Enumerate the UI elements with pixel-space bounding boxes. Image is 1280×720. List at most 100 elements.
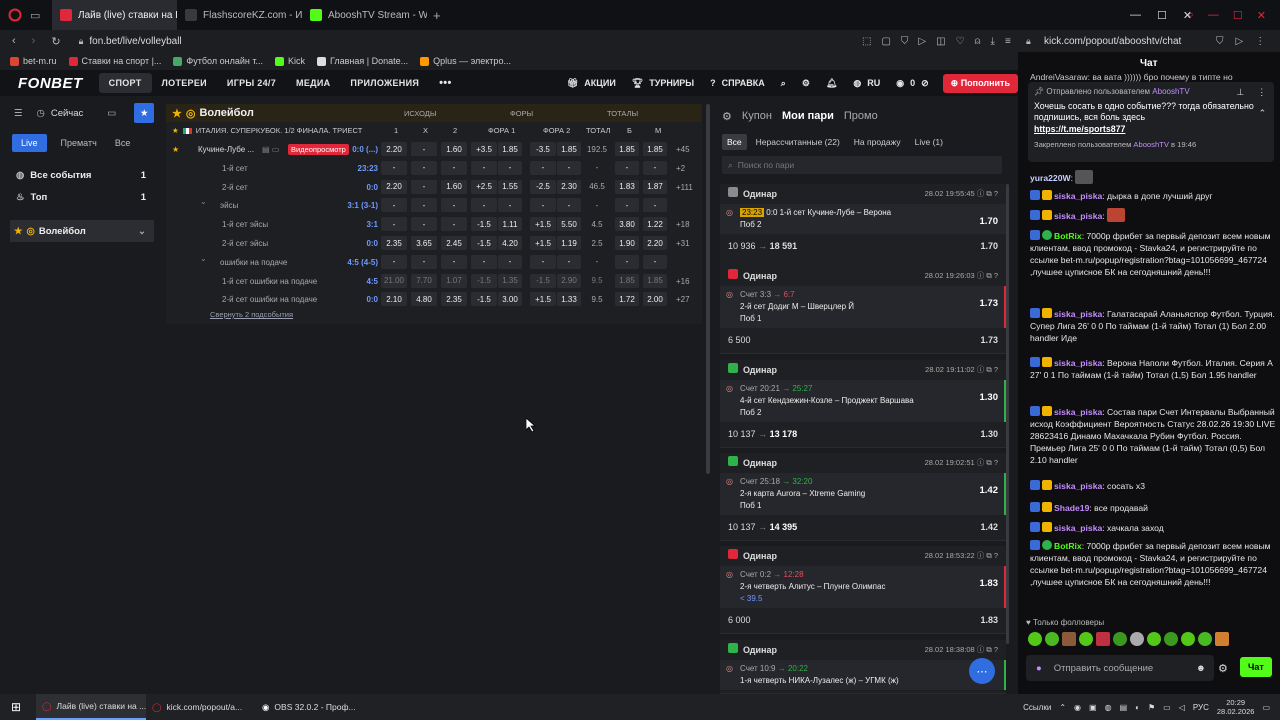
fonbet-logo[interactable]: FONBET <box>0 75 99 92</box>
tab-coupon[interactable]: Купон <box>742 110 772 122</box>
bookmark-item[interactable]: Ставки на спорт |... <box>68 56 161 66</box>
event-row[interactable]: 1-й сет эйсы 3:1- - - -1.5 1.11 +1.5 5.50 4.5 3.8… <box>166 215 702 234</box>
odds-cell[interactable]: 4.20 <box>498 236 522 250</box>
odds-cell[interactable]: 1.19 <box>557 236 581 250</box>
odds-cell[interactable]: 2.00 <box>643 292 667 307</box>
tab-live[interactable]: Live <box>12 134 47 152</box>
odds-cell[interactable]: -1.5 <box>471 292 497 307</box>
copy-icon[interactable]: ⧉ <box>986 645 991 654</box>
more-markets-link[interactable]: +16 <box>676 277 690 286</box>
bookmark-item[interactable]: Главная | Donate... <box>316 56 408 66</box>
forward-icon[interactable]: › <box>24 35 44 47</box>
odds-cell[interactable]: 2.45 <box>441 236 467 250</box>
odds-cell[interactable]: 2.10 <box>381 292 407 307</box>
odds-cell[interactable]: 1.85 <box>615 142 639 156</box>
odds-cell[interactable]: - <box>411 142 437 156</box>
odds-cell[interactable]: - <box>557 160 581 175</box>
bookmark-item[interactable]: Футбол онлайн т... <box>173 56 263 66</box>
close-window-icon-2[interactable]: ✕ <box>1183 9 1192 22</box>
odds-cell[interactable]: - <box>411 160 437 175</box>
tray-icon[interactable]: ◍ <box>1105 703 1112 712</box>
tab-all[interactable]: Все <box>111 134 135 152</box>
browser-tab-kick[interactable]: AbooshTV Stream - Watch <box>302 0 427 30</box>
odds-cell[interactable]: - <box>411 198 437 213</box>
nav-sport[interactable]: СПОРТ <box>98 73 152 93</box>
tab-promo[interactable]: Промо <box>844 110 878 122</box>
odds-cell[interactable]: 21.00 <box>381 273 407 288</box>
pinned-link[interactable]: https://t.me/sports877 <box>1034 124 1268 136</box>
chat-message[interactable]: siska_piska: Галатасарай Аланьяспор Футб… <box>1030 308 1276 344</box>
odds-cell[interactable]: - <box>441 198 467 213</box>
odds-cell[interactable]: 2.35 <box>381 236 407 250</box>
event-row[interactable]: ⌄ ошибки на подаче 4:5 (4-5) - - - - - - - - - - <box>166 253 702 272</box>
emoji-icon[interactable]: ☻ <box>1196 663 1206 674</box>
emote-icon[interactable] <box>1079 632 1093 646</box>
bet-card[interactable]: Одинар 28.02 19:11:02 ⓘ ⧉ ? ◎ Счет 20:21 → … <box>720 360 1006 448</box>
event-name[interactable]: 2-й сет эйсы <box>222 239 268 248</box>
odds-cell[interactable]: +1.5 <box>530 236 556 250</box>
odds-cell[interactable]: 9.5 <box>584 274 610 288</box>
odds-cell[interactable]: - <box>615 254 639 269</box>
odds-cell[interactable]: - <box>643 198 667 213</box>
odds-cell[interactable]: 1.22 <box>643 217 667 232</box>
event-row[interactable]: ⌄ эйсы 3:1 (3-1) - - - - - - - - - - <box>166 196 702 215</box>
copy-icon[interactable]: ⧉ <box>986 551 991 560</box>
more-markets-link[interactable]: +2 <box>676 164 685 173</box>
emote-icon[interactable] <box>1062 632 1076 646</box>
event-row[interactable]: 1-й сет ошибки на подаче 4:5 21.00 7.70 1.07… <box>166 272 702 291</box>
more-markets-link[interactable]: +45 <box>676 145 690 154</box>
chevron-down-icon[interactable]: ⌄ <box>138 226 146 237</box>
tab-my-bets[interactable]: Мои пари <box>782 110 834 122</box>
download-icon[interactable]: ⤓ <box>991 36 995 47</box>
bets-search-input[interactable]: ⌕ Поиск по пари <box>722 156 1002 174</box>
bookmark-item[interactable]: Kick <box>274 56 305 66</box>
nav-more[interactable]: ••• <box>429 72 461 94</box>
odds-cell[interactable]: 1.07 <box>441 273 467 288</box>
more-markets-link[interactable]: +31 <box>676 239 690 248</box>
pinned-more-icon[interactable]: ⋮ <box>1257 87 1266 99</box>
tray-icon[interactable]: ▣ <box>1089 703 1097 712</box>
info-icon[interactable]: ⓘ <box>977 271 985 280</box>
odds-cell[interactable]: - <box>471 198 497 213</box>
star-icon[interactable]: ★ <box>172 107 182 120</box>
collapse-subevents-link[interactable]: Свернуть 2 подсобытия <box>210 310 293 319</box>
odds-cell[interactable]: - <box>441 160 467 175</box>
nav-apps[interactable]: ПРИЛОЖЕНИЯ <box>340 73 429 93</box>
odds-cell[interactable]: -1.5 <box>471 273 497 288</box>
star-icon[interactable]: ★ <box>172 145 179 154</box>
browser-tab-flashscore[interactable]: FlashscoreKZ.com - Избр <box>177 0 302 30</box>
maximize-icon[interactable]: ☐ <box>1233 9 1243 22</box>
menu-icon[interactable]: ≡ <box>1005 36 1011 47</box>
odds-cell[interactable]: 1.85 <box>643 142 667 156</box>
network-icon[interactable]: ▭ <box>1163 703 1171 712</box>
odds-cell[interactable]: - <box>557 198 581 213</box>
filter-icon[interactable]: ☰ <box>14 108 23 119</box>
topup-button[interactable]: ⊕ Пополнить <box>942 73 1018 93</box>
odds-cell[interactable]: - <box>530 254 556 269</box>
clock-time[interactable]: 20:29 <box>1217 698 1255 707</box>
odds-cell[interactable]: +1.5 <box>530 292 556 307</box>
url-input-right[interactable]: kick.com/popout/abooshtv/chat <box>1044 36 1181 47</box>
odds-cell[interactable]: - <box>643 160 667 175</box>
profile-icon[interactable]: ⍝ <box>975 36 981 47</box>
odds-cell[interactable]: - <box>471 160 497 175</box>
event-name[interactable]: ошибки на подаче <box>220 258 287 267</box>
odds-cell[interactable]: 2.5 <box>584 236 610 250</box>
chat-message[interactable]: BotRix: 7000р фрибет за первый депозит в… <box>1030 230 1276 278</box>
odds-cell[interactable]: 46.5 <box>584 180 610 194</box>
chevron-down-icon[interactable]: ⌄ <box>200 197 207 206</box>
chat-bubble-button[interactable]: ⋯ <box>969 658 995 684</box>
odds-cell[interactable]: - <box>643 254 667 269</box>
odds-cell[interactable]: +2.5 <box>471 179 497 194</box>
bookmark-item[interactable]: bet-m.ru <box>10 56 57 66</box>
main-scrollbar[interactable] <box>706 104 710 474</box>
chevron-up-icon[interactable]: ⌃ <box>1259 108 1266 120</box>
odds-cell[interactable]: 1.85 <box>615 273 639 288</box>
odds-cell[interactable]: 2.35 <box>441 292 467 307</box>
taskbar-item-fonbet[interactable]: ◯ Лайв (live) ставки на ... <box>36 694 146 720</box>
copy-icon[interactable]: ⧉ <box>986 365 991 374</box>
volume-icon[interactable]: ◁ <box>1179 703 1185 712</box>
tab-menu-icon[interactable]: ▭ <box>30 9 52 22</box>
chat-message[interactable]: siska_piska: Верона Наполи Футбол. Итали… <box>1030 357 1276 381</box>
tray-icon[interactable]: ▤ <box>1120 703 1128 712</box>
